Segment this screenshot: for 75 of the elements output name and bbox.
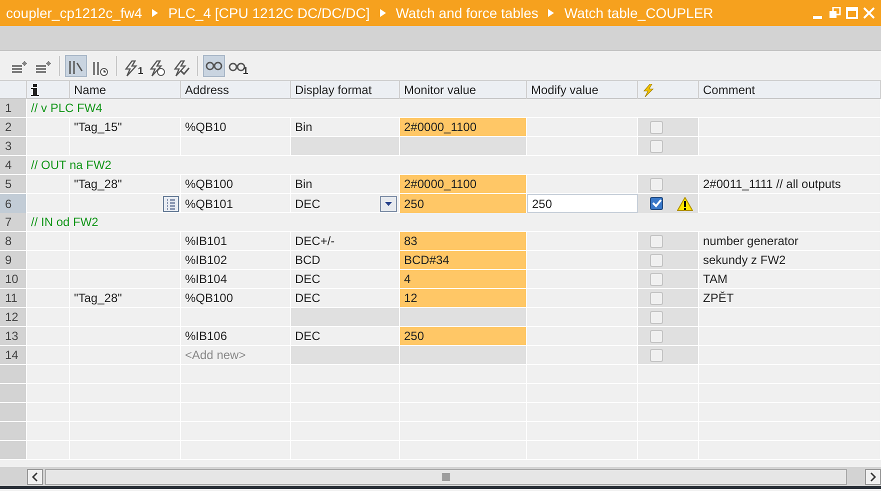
comment-text: // OUT na FW2 — [27, 156, 881, 174]
table-cell: 2#0000_1100 — [400, 118, 527, 136]
column-header[interactable]: Comment — [699, 81, 881, 99]
table-cell: "Tag_28" — [70, 289, 181, 307]
row-number[interactable]: 4 — [0, 156, 27, 174]
row-number[interactable]: 3 — [0, 137, 27, 155]
table-cell: %QB101 — [181, 194, 291, 213]
column-header[interactable]: Address — [181, 81, 291, 99]
table-cell: %IB102 — [181, 251, 291, 269]
table-cell: %IB104 — [181, 270, 291, 288]
chevron-right-icon — [548, 9, 554, 17]
lightning-check-icon — [172, 60, 190, 76]
table-cell: 250 — [400, 327, 527, 345]
table-cell: %QB100 — [181, 175, 291, 193]
row-number[interactable]: 9 — [0, 251, 27, 269]
comment-text: // v PLC FW4 — [27, 99, 881, 117]
list-icon[interactable] — [163, 196, 179, 212]
table-cell: 83 — [400, 232, 527, 250]
table-cell: ZPĚT — [699, 289, 881, 307]
table-cell: 250 — [400, 194, 527, 213]
row-number[interactable]: 11 — [0, 289, 27, 307]
row-number[interactable]: 5 — [0, 175, 27, 193]
chevron-right-icon — [380, 9, 386, 17]
toolbar-button[interactable]: 1 — [227, 54, 249, 76]
table-cell: "Tag_28" — [70, 175, 181, 193]
table-cell: number generator — [699, 232, 881, 250]
row-number[interactable]: 8 — [0, 232, 27, 250]
table-cell: 2#0011_1111 // all outputs — [699, 175, 881, 193]
checkbox[interactable] — [650, 197, 663, 210]
scrollbar-thumb[interactable] — [45, 468, 847, 484]
table-cell: TAM — [699, 270, 881, 288]
table-cell: 4 — [400, 270, 527, 288]
badge-text: 1 — [138, 66, 144, 76]
badge-text: 1 — [242, 66, 248, 76]
modify-value-field[interactable]: 250 — [527, 194, 638, 213]
table-cell: 2#0000_1100 — [400, 175, 527, 193]
column-header[interactable]: Monitor value — [400, 81, 527, 99]
row-number[interactable]: 2 — [0, 118, 27, 136]
row-number[interactable]: 12 — [0, 308, 27, 326]
info-icon — [31, 84, 39, 96]
table-cell: DEC — [291, 194, 400, 213]
row-number[interactable]: 7 — [0, 213, 27, 231]
table-cell: "Tag_15" — [70, 118, 181, 136]
lightning-clock-icon — [148, 60, 166, 76]
column-header[interactable]: Display format — [291, 81, 400, 99]
comment-text: // IN od FW2 — [27, 213, 881, 231]
row-number[interactable]: 14 — [0, 346, 27, 364]
table-cell: %QB100 — [181, 289, 291, 307]
table-cell: %IB106 — [181, 327, 291, 345]
restore-icon[interactable] — [829, 7, 841, 19]
table-cell: %IB101 — [181, 232, 291, 250]
toolbar-button[interactable]: 1 — [122, 54, 144, 76]
columns-clock-icon — [91, 60, 109, 76]
grip-icon — [442, 472, 450, 480]
toolbar-button[interactable] — [203, 54, 225, 76]
column-header[interactable]: Modify value — [527, 81, 638, 99]
column-header[interactable]: Name — [70, 81, 181, 99]
table-cell: sekundy z FW2 — [699, 251, 881, 269]
table-cell: %QB10 — [181, 118, 291, 136]
row-number[interactable]: 1 — [0, 99, 27, 117]
dropdown-button[interactable] — [380, 196, 397, 212]
chevron-right-icon — [152, 9, 158, 17]
table-cell: 12 — [400, 289, 527, 307]
scroll-right-button[interactable] — [865, 468, 881, 484]
row-number[interactable]: 6 — [0, 194, 27, 213]
lightning-icon — [642, 84, 654, 96]
row-number[interactable]: 13 — [0, 327, 27, 345]
scroll-left-button[interactable] — [27, 468, 43, 484]
row-number[interactable]: 10 — [0, 270, 27, 288]
table-cell: BCD#34 — [400, 251, 527, 269]
close-icon[interactable] — [863, 7, 875, 19]
checkmark-icon — [651, 198, 662, 209]
toolbar-button[interactable] — [65, 54, 87, 76]
columns-icon — [67, 58, 85, 76]
maximize-icon[interactable] — [846, 7, 858, 19]
